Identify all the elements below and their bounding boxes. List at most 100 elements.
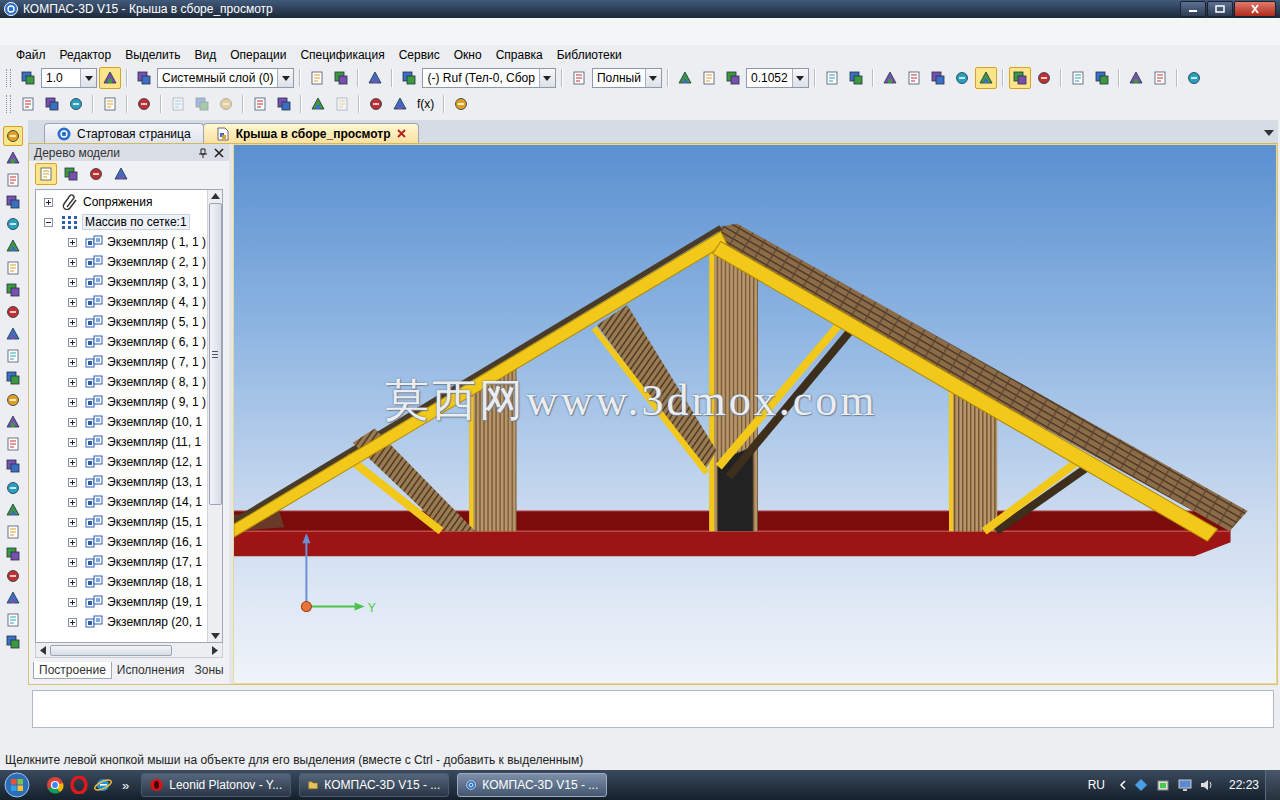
- side-toolbar-button[interactable]: [3, 478, 23, 498]
- tree-tab[interactable]: Построение: [33, 662, 112, 679]
- formula-button[interactable]: f(x): [413, 93, 438, 115]
- scroll-up-icon[interactable]: [211, 193, 220, 199]
- expand-icon[interactable]: [68, 498, 77, 507]
- quick-launch-more[interactable]: »: [122, 778, 129, 793]
- tree-item[interactable]: Массив по сетке:1: [36, 212, 207, 232]
- side-toolbar-button[interactable]: [3, 148, 23, 168]
- menu-item[interactable]: Файл: [9, 46, 53, 64]
- toolbar-button[interactable]: [722, 67, 744, 89]
- toolbar-button[interactable]: [331, 93, 353, 115]
- pin-icon[interactable]: [198, 148, 208, 158]
- taskbar-button[interactable]: КОМПАС-3D V15 - ...: [299, 773, 449, 797]
- close-panel-icon[interactable]: [214, 148, 224, 158]
- tree-toolbar-button[interactable]: [60, 163, 82, 185]
- tree-item[interactable]: Экземпляр (10, 1: [36, 412, 207, 432]
- expand-icon[interactable]: [68, 338, 77, 347]
- toolbar-button[interactable]: [1067, 67, 1089, 89]
- expand-icon[interactable]: [44, 198, 53, 207]
- toolbar-button[interactable]: [1183, 67, 1205, 89]
- monitor-tray-icon[interactable]: [1177, 777, 1193, 793]
- side-toolbar-button[interactable]: [3, 280, 23, 300]
- language-indicator[interactable]: RU: [1088, 778, 1105, 792]
- toolbar-button[interactable]: [879, 67, 901, 89]
- toolbar-button[interactable]: [249, 93, 271, 115]
- scroll-thumb[interactable]: [209, 203, 222, 505]
- expand-icon[interactable]: [68, 558, 77, 567]
- toolbar-button[interactable]: [1033, 67, 1055, 89]
- toolbar-grip[interactable]: [6, 95, 11, 113]
- maximize-button[interactable]: [1207, 1, 1233, 17]
- show-hidden-icons-icon[interactable]: [1119, 780, 1127, 790]
- expand-icon[interactable]: [68, 478, 77, 487]
- tree-item[interactable]: Экземпляр ( 7, 1 ): [36, 352, 207, 372]
- toolbar-combo[interactable]: Системный слой (0): [157, 68, 294, 88]
- tree-item[interactable]: Экземпляр (20, 1: [36, 612, 207, 632]
- expand-icon[interactable]: [68, 318, 77, 327]
- minimize-button[interactable]: [1180, 1, 1206, 17]
- toolbar-button[interactable]: [167, 93, 189, 115]
- tree-item[interactable]: Экземпляр ( 3, 1 ): [36, 272, 207, 292]
- menu-item[interactable]: Вид: [188, 46, 224, 64]
- toolbar-button[interactable]: [821, 67, 843, 89]
- tree-item[interactable]: Экземпляр ( 9, 1 ): [36, 392, 207, 412]
- tree-item[interactable]: Экземпляр (13, 1: [36, 472, 207, 492]
- tabs-menu-icon[interactable]: [1264, 130, 1274, 136]
- power-tray-icon[interactable]: [1155, 777, 1171, 793]
- toolbar-button[interactable]: [17, 67, 39, 89]
- tree-tab[interactable]: Зоны: [190, 662, 229, 678]
- toolbar-button[interactable]: [215, 93, 237, 115]
- tree-item[interactable]: Экземпляр ( 2, 1 ): [36, 252, 207, 272]
- expand-icon[interactable]: [68, 618, 77, 627]
- scroll-right-icon[interactable]: [212, 646, 218, 655]
- menu-item[interactable]: Операции: [223, 46, 293, 64]
- tree-item[interactable]: Экземпляр (15, 1: [36, 512, 207, 532]
- toolbar-button[interactable]: [951, 67, 973, 89]
- vertical-scrollbar[interactable]: [207, 190, 222, 642]
- start-orb-icon[interactable]: [2, 771, 32, 799]
- expand-icon[interactable]: [68, 458, 77, 467]
- clock[interactable]: 22:23: [1229, 778, 1259, 792]
- tree-tab[interactable]: Исполнения: [112, 662, 190, 678]
- side-toolbar-button[interactable]: [3, 324, 23, 344]
- tree-item[interactable]: Экземпляр (19, 1: [36, 592, 207, 612]
- tree-item[interactable]: Экземпляр ( 8, 1 ): [36, 372, 207, 392]
- toolbar-button[interactable]: [365, 93, 387, 115]
- toolbar-button[interactable]: [133, 67, 155, 89]
- menu-item[interactable]: Справка: [489, 46, 550, 64]
- tree-item[interactable]: Экземпляр (17, 1: [36, 552, 207, 572]
- opera-icon[interactable]: [70, 776, 88, 794]
- side-toolbar-button[interactable]: [3, 302, 23, 322]
- horizontal-scrollbar[interactable]: [35, 643, 223, 658]
- expand-icon[interactable]: [68, 298, 77, 307]
- menu-item[interactable]: Спецификация: [293, 46, 391, 64]
- toolbar-button[interactable]: [903, 67, 925, 89]
- scroll-down-icon[interactable]: [211, 633, 220, 639]
- side-toolbar-button[interactable]: [3, 236, 23, 256]
- expand-icon[interactable]: [68, 278, 77, 287]
- menu-item[interactable]: Окно: [447, 46, 489, 64]
- taskbar-button[interactable]: Leonid Platonov - Y...: [141, 773, 291, 797]
- menu-item[interactable]: Редактор: [53, 46, 119, 64]
- show-desktop-button[interactable]: [1265, 770, 1280, 800]
- side-toolbar-button[interactable]: [3, 170, 23, 190]
- toolbar-button[interactable]: [568, 67, 590, 89]
- side-toolbar-button[interactable]: [3, 456, 23, 476]
- tree-toolbar-button[interactable]: [35, 163, 57, 185]
- 3d-viewport[interactable]: Y莫西网www.3dmox.com: [233, 144, 1277, 684]
- expand-icon[interactable]: [68, 418, 77, 427]
- side-toolbar-button[interactable]: [3, 434, 23, 454]
- toolbar-button[interactable]: [927, 67, 949, 89]
- toolbar-grip[interactable]: [6, 69, 11, 87]
- combo-arrow[interactable]: [277, 69, 293, 87]
- expand-icon[interactable]: [68, 438, 77, 447]
- expand-icon[interactable]: [68, 578, 77, 587]
- toolbar-button[interactable]: [674, 67, 696, 89]
- combo-arrow[interactable]: [792, 69, 808, 87]
- toolbar-button[interactable]: [307, 93, 329, 115]
- tree-toolbar-button[interactable]: [85, 163, 107, 185]
- expand-icon[interactable]: [68, 518, 77, 527]
- toolbar-button[interactable]: [273, 93, 295, 115]
- toolbar-button[interactable]: [191, 93, 213, 115]
- side-toolbar-button[interactable]: [3, 192, 23, 212]
- brace[interactable]: [347, 457, 442, 531]
